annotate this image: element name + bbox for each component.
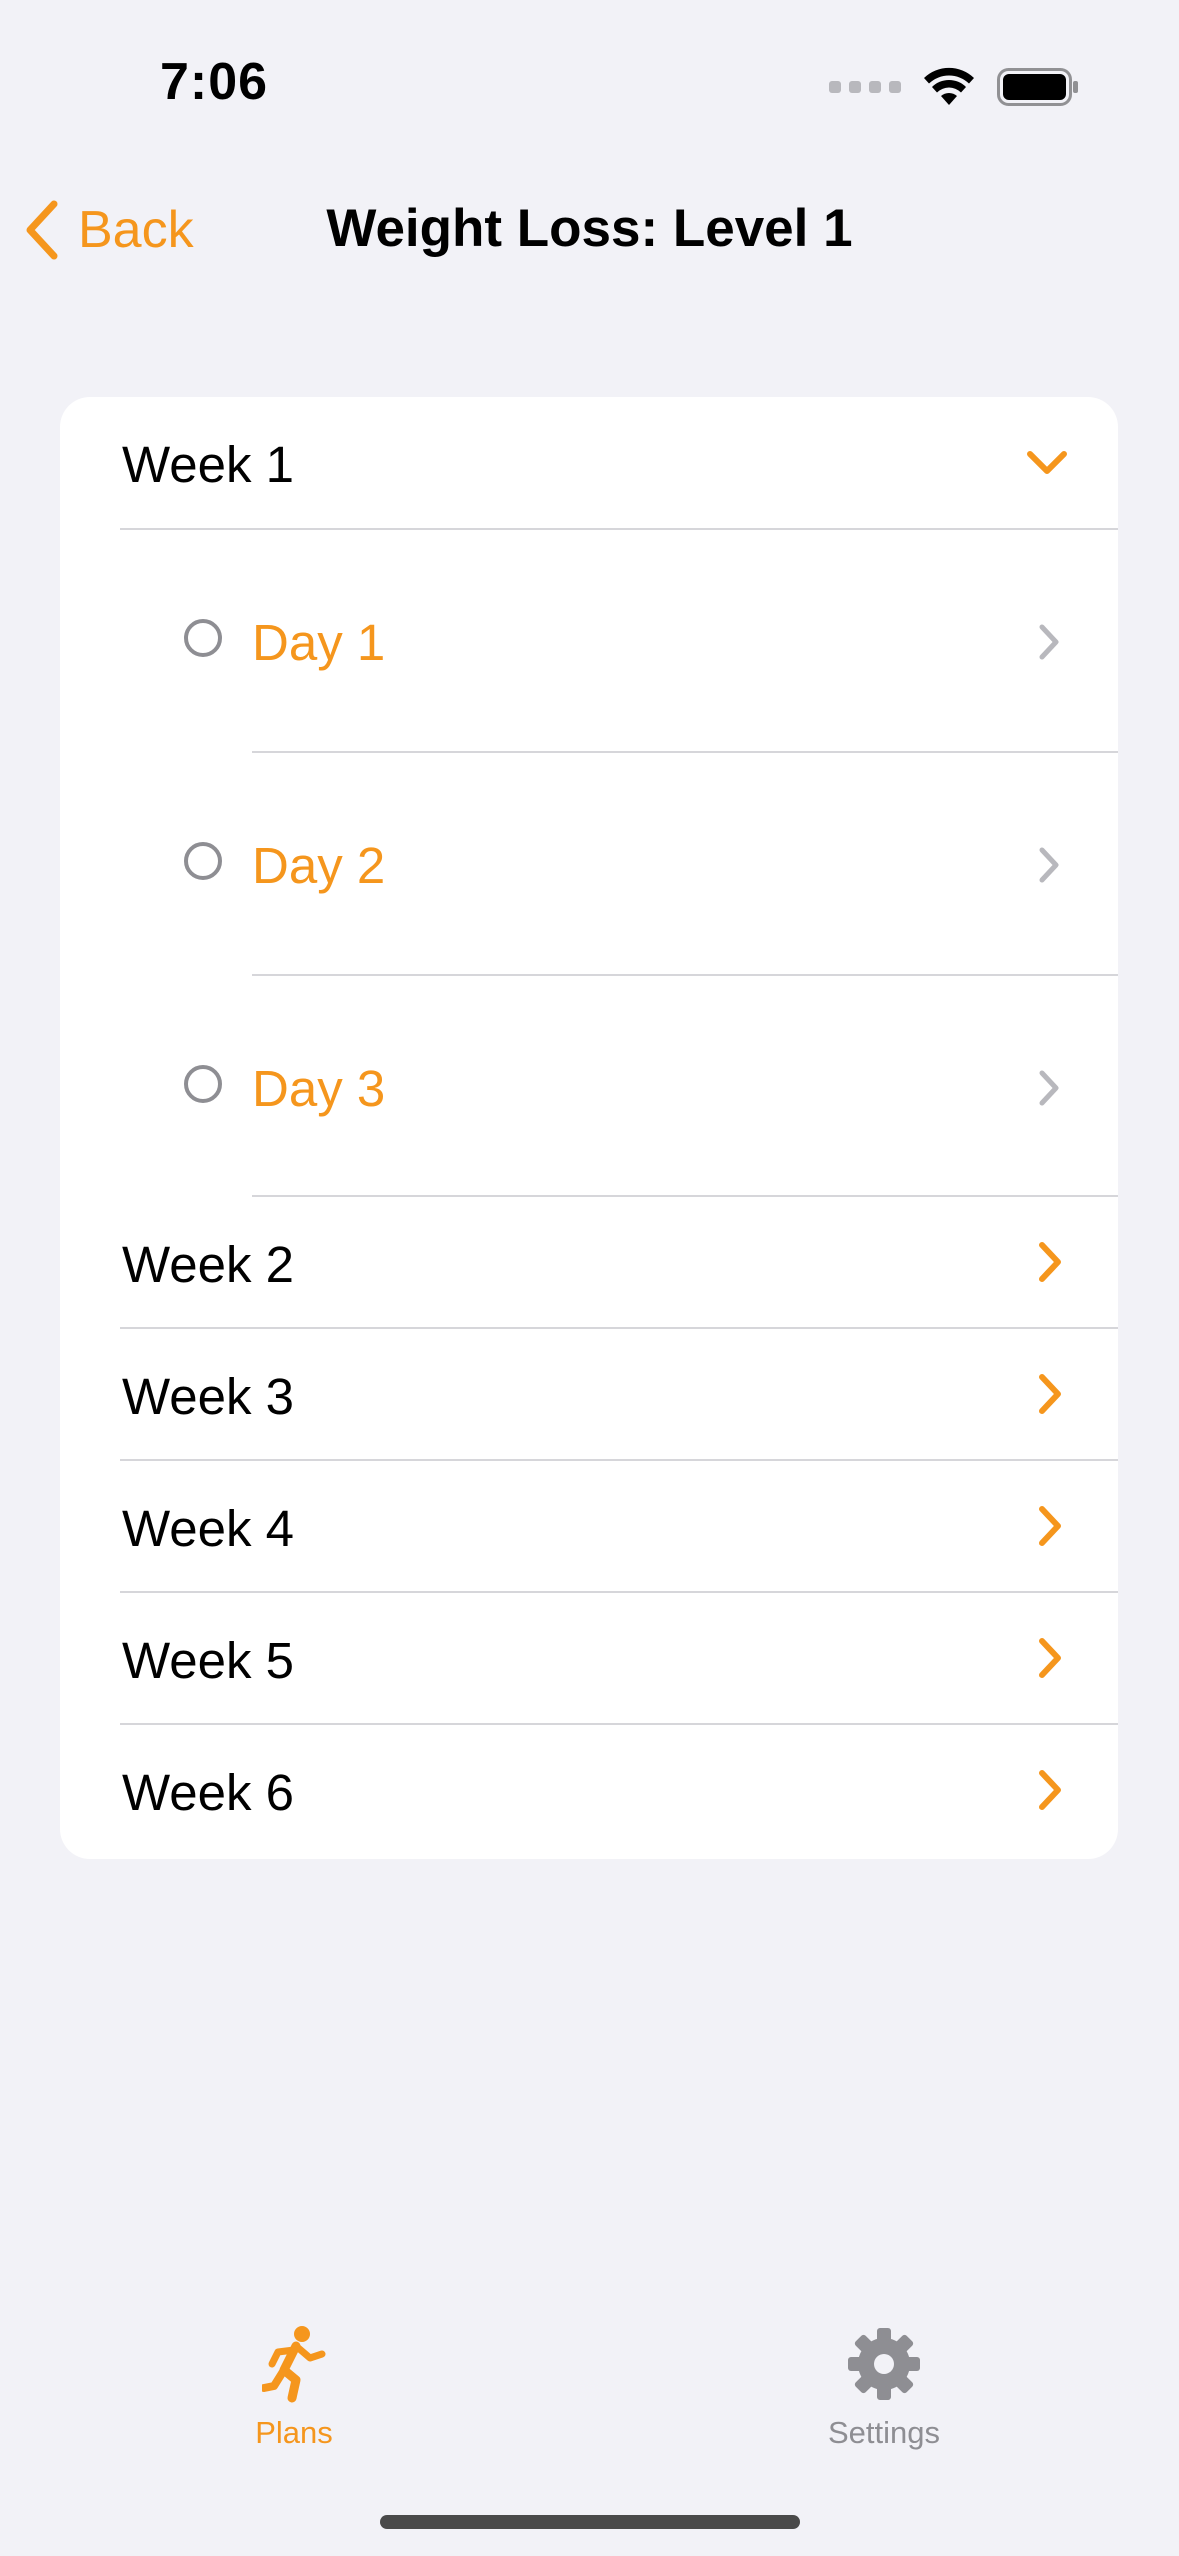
status-time: 7:06 [160, 53, 269, 111]
wifi-icon [924, 67, 974, 105]
chevron-right-icon [1039, 1242, 1061, 1282]
chevron-right-icon [1039, 1070, 1059, 1106]
weeks-list: Week 1 Day 1 Day 2 Day 3 Week 2 Week 3 W… [60, 397, 1118, 1859]
week-label: Week 1 [122, 436, 294, 493]
tab-bar: Plans Settings [0, 2290, 1179, 2490]
tab-plans[interactable]: Plans [164, 2324, 424, 2451]
week-row-2[interactable]: Week 2 [60, 1197, 1118, 1328]
day-label: Day 2 [252, 837, 386, 894]
week-row-3[interactable]: Week 3 [60, 1329, 1118, 1460]
chevron-right-icon [1039, 624, 1059, 660]
chevron-right-icon [1039, 1770, 1061, 1810]
day-label: Day 3 [252, 1060, 386, 1117]
tab-label: Settings [827, 2415, 940, 2450]
chevron-down-icon [1027, 451, 1067, 474]
day-row-1[interactable]: Day 1 [60, 530, 1118, 752]
battery-icon [997, 68, 1078, 106]
status-icons [829, 62, 1079, 112]
chevron-right-icon [1039, 1638, 1061, 1678]
week-label: Week 4 [122, 1500, 294, 1557]
home-indicator[interactable] [380, 2515, 800, 2529]
running-figure-icon [260, 2326, 326, 2403]
incomplete-circle-icon[interactable] [184, 619, 222, 657]
incomplete-circle-icon[interactable] [184, 842, 222, 880]
week-row-1[interactable]: Week 1 [60, 397, 1118, 529]
status-bar: 7:06 [0, 0, 1179, 150]
week-label: Week 2 [122, 1236, 294, 1293]
week-row-6[interactable]: Week 6 [60, 1725, 1118, 1859]
week-row-4[interactable]: Week 4 [60, 1461, 1118, 1592]
tab-settings[interactable]: Settings [754, 2324, 1014, 2451]
week-label: Week 5 [122, 1632, 294, 1689]
chevron-right-icon [1039, 1506, 1061, 1546]
tab-label: Plans [255, 2415, 333, 2450]
gear-icon [848, 2328, 920, 2400]
day-row-2[interactable]: Day 2 [60, 753, 1118, 975]
cellular-signal-icon [829, 81, 901, 93]
day-row-3[interactable]: Day 3 [60, 976, 1118, 1196]
week-row-5[interactable]: Week 5 [60, 1593, 1118, 1724]
day-label: Day 1 [252, 614, 386, 671]
chevron-right-icon [1039, 1374, 1061, 1414]
page-title: Weight Loss: Level 1 [326, 199, 853, 258]
chevron-right-icon [1039, 847, 1059, 883]
week-label: Week 3 [122, 1368, 294, 1425]
week-label: Week 6 [122, 1764, 294, 1821]
navigation-bar: Back Weight Loss: Level 1 [0, 180, 1179, 280]
incomplete-circle-icon[interactable] [184, 1065, 222, 1103]
